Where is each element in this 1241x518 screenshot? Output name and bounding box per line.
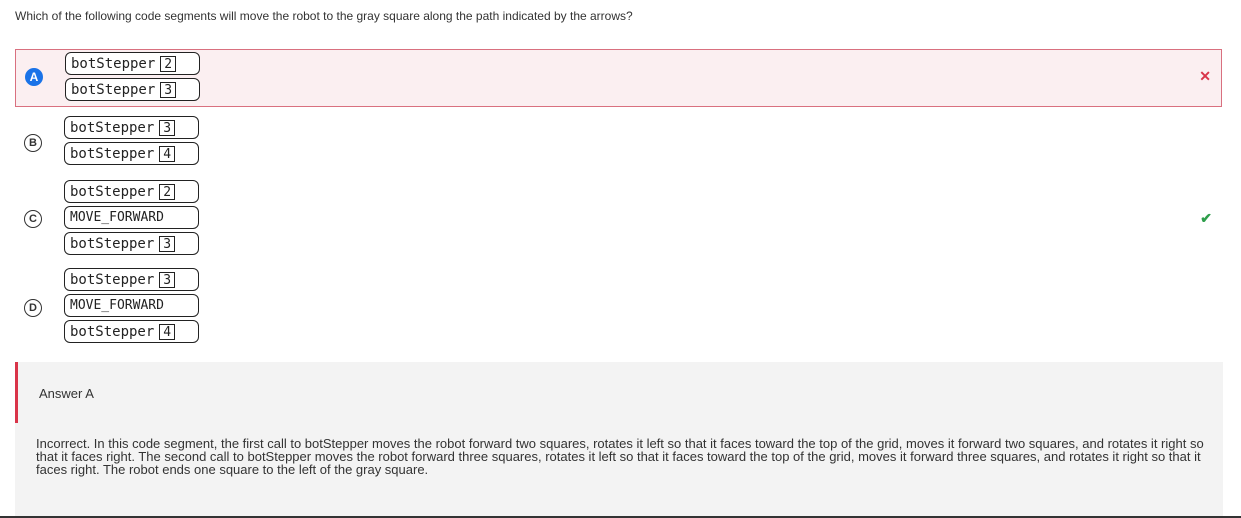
procedure-name: botStepper	[70, 323, 155, 340]
code-block: botStepper 3	[65, 78, 200, 101]
correct-icon: ✔	[1200, 210, 1212, 226]
procedure-name: botStepper	[70, 235, 155, 252]
procedure-name: botStepper	[70, 183, 155, 200]
code-block: botStepper 3	[64, 268, 199, 291]
code-block: botStepper 3	[64, 116, 199, 139]
option-letter-badge: D	[24, 299, 42, 317]
procedure-argument: 2	[160, 55, 177, 72]
procedure-name: botStepper	[70, 271, 155, 288]
code-segment: botStepper 3 botStepper 4	[64, 116, 199, 168]
code-block: botStepper 2	[64, 180, 199, 203]
explanation-title: Answer A	[39, 386, 94, 401]
procedure-name: MOVE_FORWARD	[70, 210, 164, 225]
code-block: botStepper 4	[64, 320, 199, 343]
procedure-name: MOVE_FORWARD	[70, 298, 164, 313]
procedure-argument: 4	[159, 323, 176, 340]
incorrect-icon: ✕	[1199, 68, 1211, 84]
code-block: botStepper 2	[65, 52, 200, 75]
procedure-name: botStepper	[71, 55, 156, 72]
code-block: MOVE_FORWARD	[64, 294, 199, 317]
procedure-name: botStepper	[71, 81, 156, 98]
procedure-argument: 4	[159, 145, 176, 162]
code-segment: botStepper 2 botStepper 3	[65, 52, 200, 104]
code-block: botStepper 3	[64, 232, 199, 255]
option-letter-badge: A	[25, 68, 43, 86]
option-letter-badge: C	[24, 210, 42, 228]
incorrect-indicator-bar	[15, 362, 18, 423]
answer-option-a[interactable]: A botStepper 2 botStepper 3 ✕	[15, 49, 1222, 107]
procedure-argument: 3	[159, 271, 176, 288]
answer-option-d[interactable]: D botStepper 3 MOVE_FORWARD botStepper 4	[15, 266, 1222, 348]
code-block: MOVE_FORWARD	[64, 206, 199, 229]
procedure-name: botStepper	[70, 145, 155, 162]
code-block: botStepper 4	[64, 142, 199, 165]
answer-option-b[interactable]: B botStepper 3 botStepper 4	[15, 114, 1222, 172]
question-text: Which of the following code segments wil…	[15, 9, 633, 23]
explanation-text: Incorrect. In this code segment, the fir…	[36, 436, 1204, 477]
procedure-argument: 3	[159, 235, 176, 252]
code-segment: botStepper 2 MOVE_FORWARD botStepper 3	[64, 180, 199, 258]
procedure-name: botStepper	[70, 119, 155, 136]
procedure-argument: 3	[160, 81, 177, 98]
procedure-argument: 3	[159, 119, 176, 136]
option-letter-badge: B	[24, 134, 42, 152]
explanation-panel: Answer A Incorrect. In this code segment…	[15, 362, 1223, 516]
procedure-argument: 2	[159, 183, 176, 200]
answer-option-c[interactable]: C botStepper 2 MOVE_FORWARD botStepper 3 ✔	[15, 178, 1222, 260]
code-segment: botStepper 3 MOVE_FORWARD botStepper 4	[64, 268, 199, 346]
